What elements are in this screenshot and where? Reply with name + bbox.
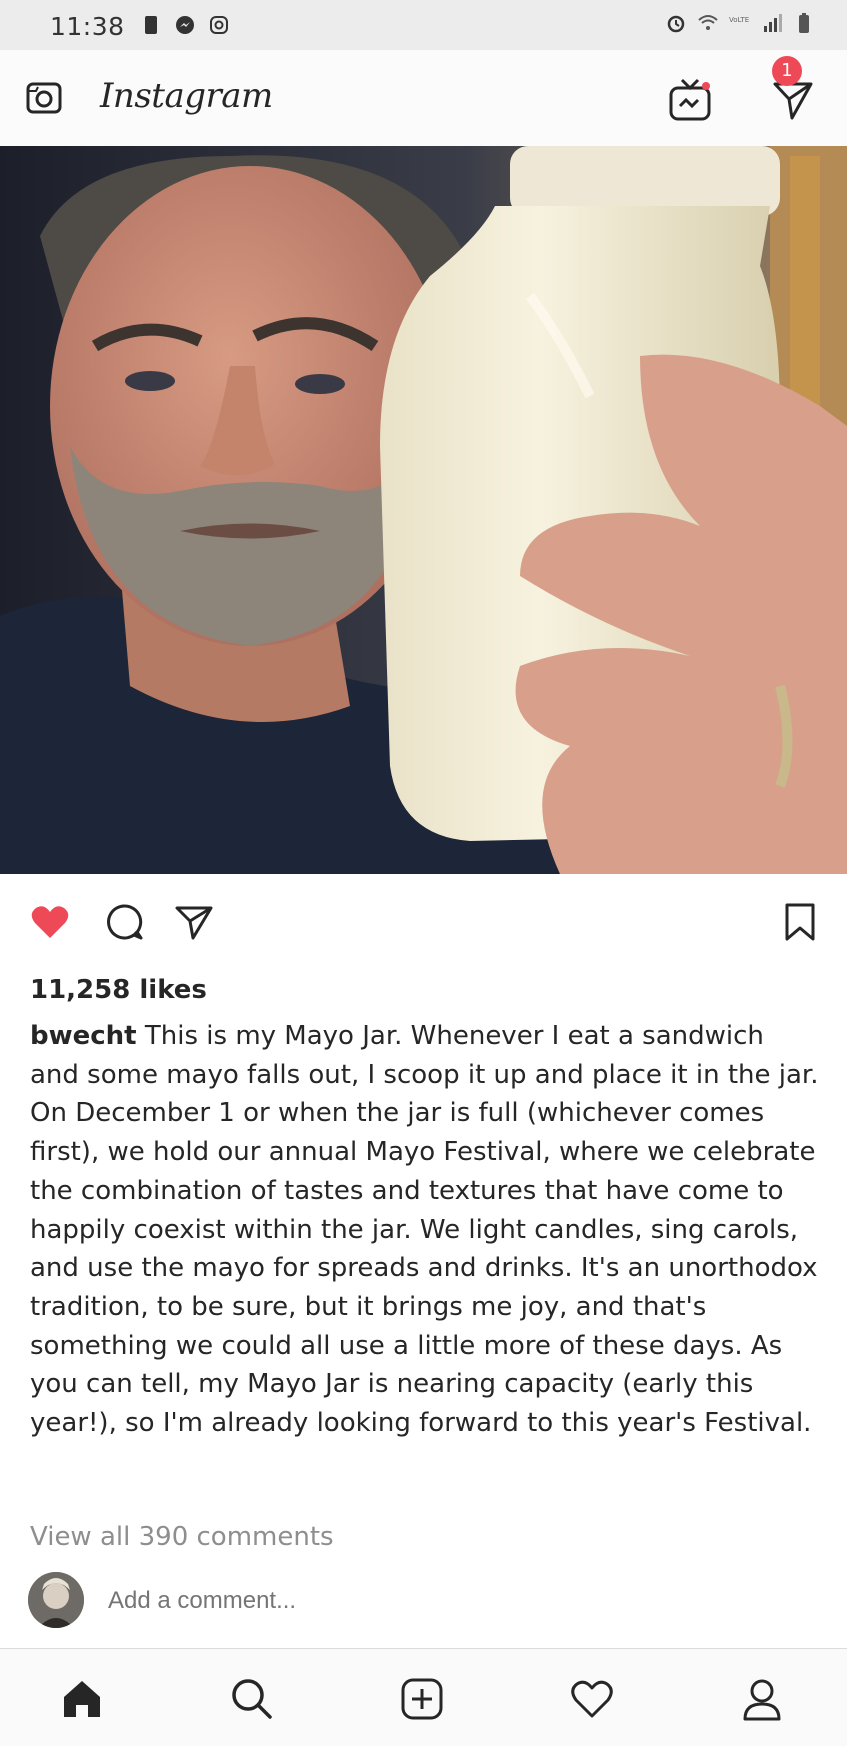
comment-icon[interactable]: [104, 902, 144, 942]
caption-text: This is my Mayo Jar. Whenever I eat a sa…: [30, 1021, 819, 1439]
signal-icon: [764, 14, 782, 32]
likes-count[interactable]: 11,258 likes: [30, 975, 207, 1005]
comment-input[interactable]: [106, 1586, 420, 1616]
bookmark-icon[interactable]: [780, 902, 820, 942]
status-right-icons: VoLTE: [665, 12, 815, 34]
post-actions: [0, 880, 847, 960]
messenger-icon: [176, 16, 194, 34]
avatar: [28, 1572, 84, 1628]
status-bar: 11:38 VoLTE: [0, 0, 847, 50]
activity-heart-icon[interactable]: [570, 1677, 614, 1721]
app-header: Instagram 1: [0, 50, 847, 147]
post-caption: bwecht This is my Mayo Jar. Whenever I e…: [30, 1017, 820, 1443]
instagram-notification-icon: [210, 16, 228, 34]
share-icon[interactable]: [174, 902, 214, 942]
wifi-icon: [698, 15, 718, 30]
add-post-icon[interactable]: [400, 1677, 444, 1721]
caption-username[interactable]: bwecht: [30, 1021, 137, 1051]
add-comment-row: [28, 1572, 828, 1632]
direct-badge: 1: [772, 56, 802, 86]
instagram-logo: Instagram: [100, 76, 273, 116]
svg-text:VoLTE: VoLTE: [729, 16, 749, 24]
like-heart-icon[interactable]: [30, 902, 70, 942]
status-left-icons: [140, 14, 230, 36]
post-photo[interactable]: [0, 146, 847, 874]
search-icon[interactable]: [230, 1677, 274, 1721]
alarm-icon: [667, 15, 685, 33]
home-icon[interactable]: [60, 1677, 104, 1721]
status-time: 11:38: [50, 12, 125, 41]
igtv-icon[interactable]: [668, 76, 712, 122]
sim-card-icon: [145, 16, 157, 34]
profile-icon[interactable]: [740, 1677, 784, 1721]
avatar-image: [28, 1572, 84, 1628]
post-photo-illustration: [0, 146, 847, 874]
bottom-navigation: [0, 1648, 847, 1746]
view-all-comments-link[interactable]: View all 390 comments: [30, 1522, 334, 1552]
battery-icon: [799, 13, 809, 33]
camera-icon[interactable]: [26, 82, 62, 114]
volte-icon: VoLTE: [729, 16, 749, 24]
